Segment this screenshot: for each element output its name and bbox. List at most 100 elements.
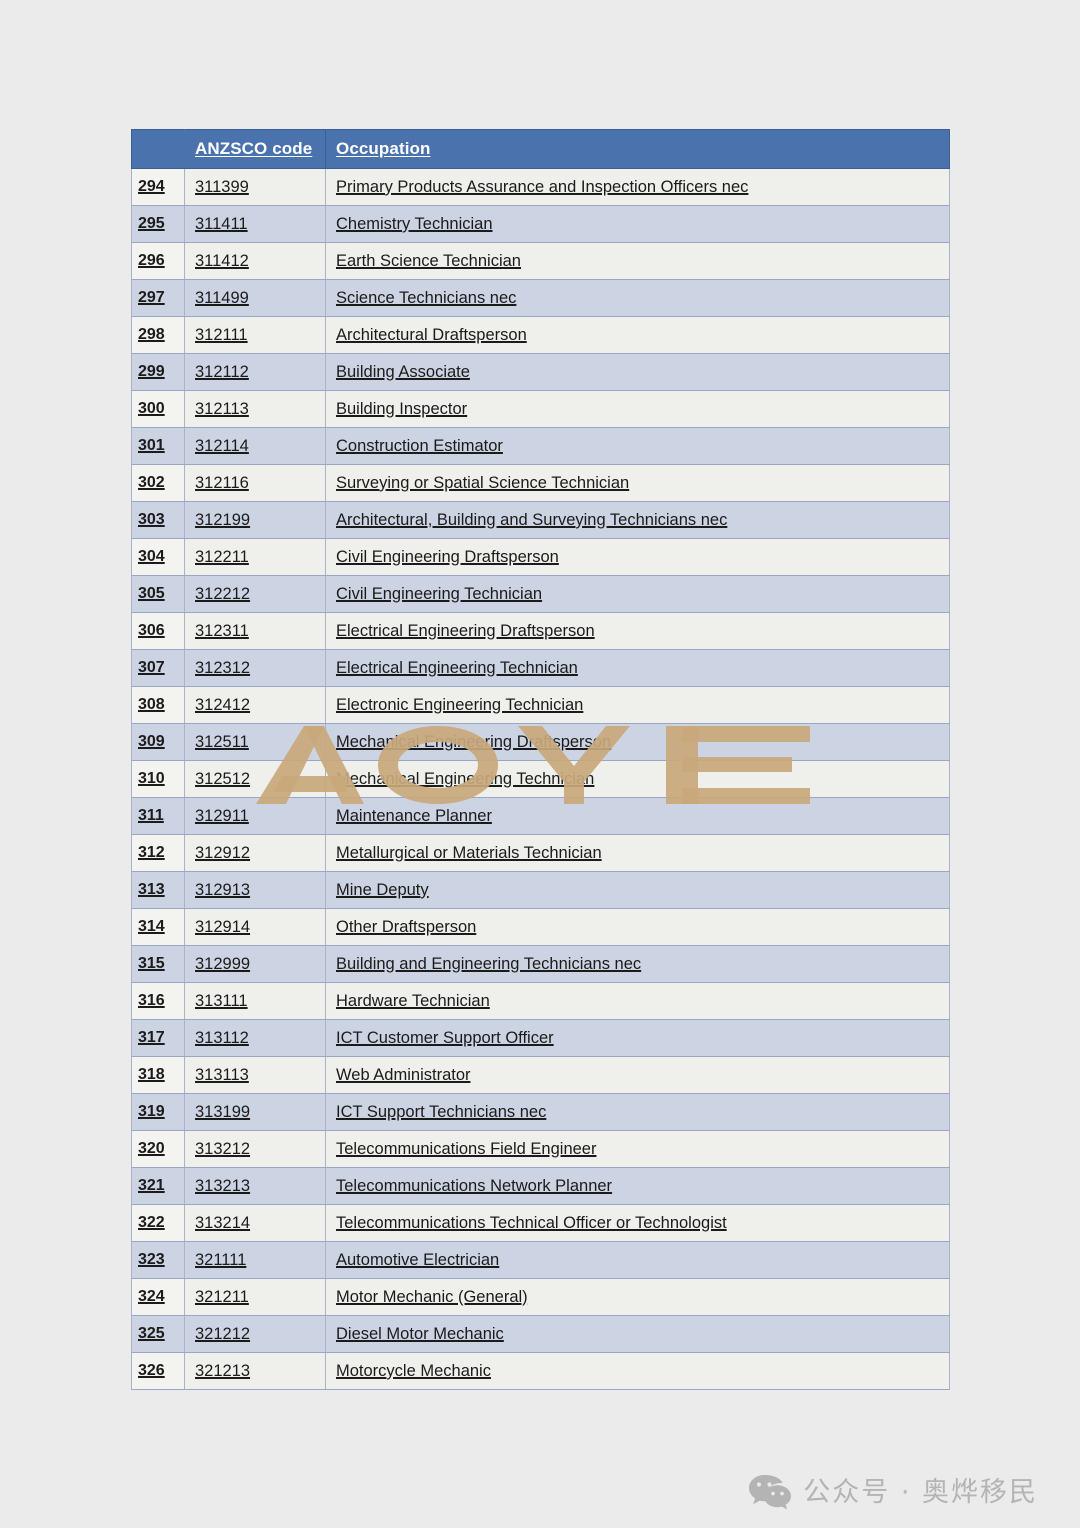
anzsco-code-label: 313212: [195, 1139, 251, 1158]
table-row: 325 321212 Diesel Motor Mechanic: [131, 1315, 950, 1353]
anzsco-code-label: 312511: [195, 732, 249, 751]
occupation-label: Electrical Engineering Technician: [336, 658, 578, 677]
occupation-label: Earth Science Technician: [336, 251, 521, 270]
row-index-cell: 326: [131, 1352, 185, 1390]
row-index-cell: 316: [131, 982, 185, 1020]
occupation-cell: Architectural Draftsperson: [325, 316, 950, 354]
occupation-cell: Building Inspector: [325, 390, 950, 428]
table-row: 319 313199 ICT Support Technicians nec: [131, 1093, 950, 1131]
anzsco-code-cell: 312199: [184, 501, 326, 539]
occupation-label: Construction Estimator: [336, 436, 503, 455]
occupation-cell: Motorcycle Mechanic: [325, 1352, 950, 1390]
row-index-label: 313: [138, 881, 165, 898]
anzsco-code-label: 312114: [195, 436, 249, 455]
occupation-cell: Electrical Engineering Draftsperson: [325, 612, 950, 650]
occupation-label: ICT Customer Support Officer: [336, 1028, 554, 1047]
occupation-cell: Web Administrator: [325, 1056, 950, 1094]
footer-content: 公众号 · 奥烨移民: [748, 1473, 1038, 1511]
anzsco-code-label: 312211: [195, 547, 249, 566]
anzsco-code-cell: 312914: [184, 908, 326, 946]
table-row: 312 312912 Metallurgical or Materials Tech…: [131, 834, 950, 872]
column-header-occupation-label: Occupation: [336, 139, 431, 158]
anzsco-code-cell: 321211: [184, 1278, 326, 1316]
anzsco-code-cell: 312211: [184, 538, 326, 576]
anzsco-code-label: 312914: [195, 917, 251, 936]
row-index-cell: 320: [131, 1130, 185, 1168]
row-index-cell: 311: [131, 797, 185, 835]
table-row: 298 312111 Architectural Draftsperson: [131, 316, 950, 354]
anzsco-code-cell: 313111: [184, 982, 326, 1020]
anzsco-code-cell: 312913: [184, 871, 326, 909]
occupation-cell: Mechanical Engineering Technician: [325, 760, 950, 798]
row-index-cell: 318: [131, 1056, 185, 1094]
row-index-cell: 297: [131, 279, 185, 317]
anzsco-code-cell: 321213: [184, 1352, 326, 1390]
anzsco-code-label: 311411: [195, 214, 248, 233]
occupation-cell: Science Technicians nec: [325, 279, 950, 317]
row-index-cell: 307: [131, 649, 185, 687]
anzsco-code-label: 312412: [195, 695, 251, 714]
row-index-label: 294: [138, 178, 165, 195]
row-index-label: 300: [138, 400, 165, 417]
occupation-cell: Surveying or Spatial Science Technician: [325, 464, 950, 502]
anzsco-code-label: 312312: [195, 658, 251, 677]
anzsco-code-label: 312913: [195, 880, 251, 899]
occupation-label: Hardware Technician: [336, 991, 490, 1010]
row-index-label: 322: [138, 1214, 165, 1231]
occupation-label: Science Technicians nec: [336, 288, 517, 307]
row-index-label: 324: [138, 1288, 165, 1305]
occupation-cell: Diesel Motor Mechanic: [325, 1315, 950, 1353]
table-row: 299 312112 Building Associate: [131, 353, 950, 391]
row-index-label: 301: [138, 437, 165, 454]
anzsco-code-label: 321211: [195, 1287, 249, 1306]
anzsco-code-cell: 312511: [184, 723, 326, 761]
row-index-label: 320: [138, 1140, 165, 1157]
anzsco-code-label: 312512: [195, 769, 251, 788]
anzsco-code-label: 312116: [195, 473, 249, 492]
anzsco-code-cell: 312111: [184, 316, 326, 354]
table-row: 307 312312 Electrical Engineering Technici…: [131, 649, 950, 687]
anzsco-code-label: 312999: [195, 954, 251, 973]
row-index-cell: 303: [131, 501, 185, 539]
table-row: 315 312999 Building and Engineering Techni…: [131, 945, 950, 983]
anzsco-code-cell: 313113: [184, 1056, 326, 1094]
anzsco-code-cell: 312312: [184, 649, 326, 687]
occupation-label: Diesel Motor Mechanic: [336, 1324, 504, 1343]
row-index-label: 309: [138, 733, 165, 750]
column-header-occupation: Occupation: [325, 129, 950, 169]
occupation-cell: Maintenance Planner: [325, 797, 950, 835]
row-index-label: 305: [138, 585, 165, 602]
occupation-cell: Motor Mechanic (General): [325, 1278, 950, 1316]
anzsco-code-label: 313199: [195, 1102, 251, 1121]
anzsco-code-label: 312113: [195, 399, 249, 418]
row-index-cell: 300: [131, 390, 185, 428]
anzsco-code-label: 313111: [195, 991, 248, 1010]
occupation-label: Building Associate: [336, 362, 470, 381]
table-row: 324 321211 Motor Mechanic (General): [131, 1278, 950, 1316]
occupation-cell: Hardware Technician: [325, 982, 950, 1020]
occupation-label: Telecommunications Network Planner: [336, 1176, 613, 1195]
anzsco-code-cell: 311411: [184, 205, 326, 243]
table-row: 321 313213 Telecommunications Network Plan…: [131, 1167, 950, 1205]
anzsco-code-cell: 312112: [184, 353, 326, 391]
row-index-label: 304: [138, 548, 165, 565]
row-index-cell: 319: [131, 1093, 185, 1131]
row-index-label: 307: [138, 659, 165, 676]
table-row: 313 312913 Mine Deputy: [131, 871, 950, 909]
row-index-label: 306: [138, 622, 165, 639]
column-header-anzsco-code: ANZSCO code: [184, 129, 326, 169]
column-header-index: [131, 129, 185, 169]
row-index-label: 296: [138, 252, 165, 269]
row-index-cell: 310: [131, 760, 185, 798]
row-index-cell: 309: [131, 723, 185, 761]
occupation-label: Surveying or Spatial Science Technician: [336, 473, 630, 492]
occupation-cell: Automotive Electrician: [325, 1241, 950, 1279]
occupation-label: Civil Engineering Draftsperson: [336, 547, 559, 566]
row-index-cell: 302: [131, 464, 185, 502]
occupation-label: Building and Engineering Technicians nec: [336, 954, 642, 973]
row-index-cell: 299: [131, 353, 185, 391]
row-index-label: 325: [138, 1325, 165, 1342]
occupation-label: Mine Deputy: [336, 880, 429, 899]
occupation-cell: Civil Engineering Draftsperson: [325, 538, 950, 576]
row-index-label: 326: [138, 1362, 165, 1379]
